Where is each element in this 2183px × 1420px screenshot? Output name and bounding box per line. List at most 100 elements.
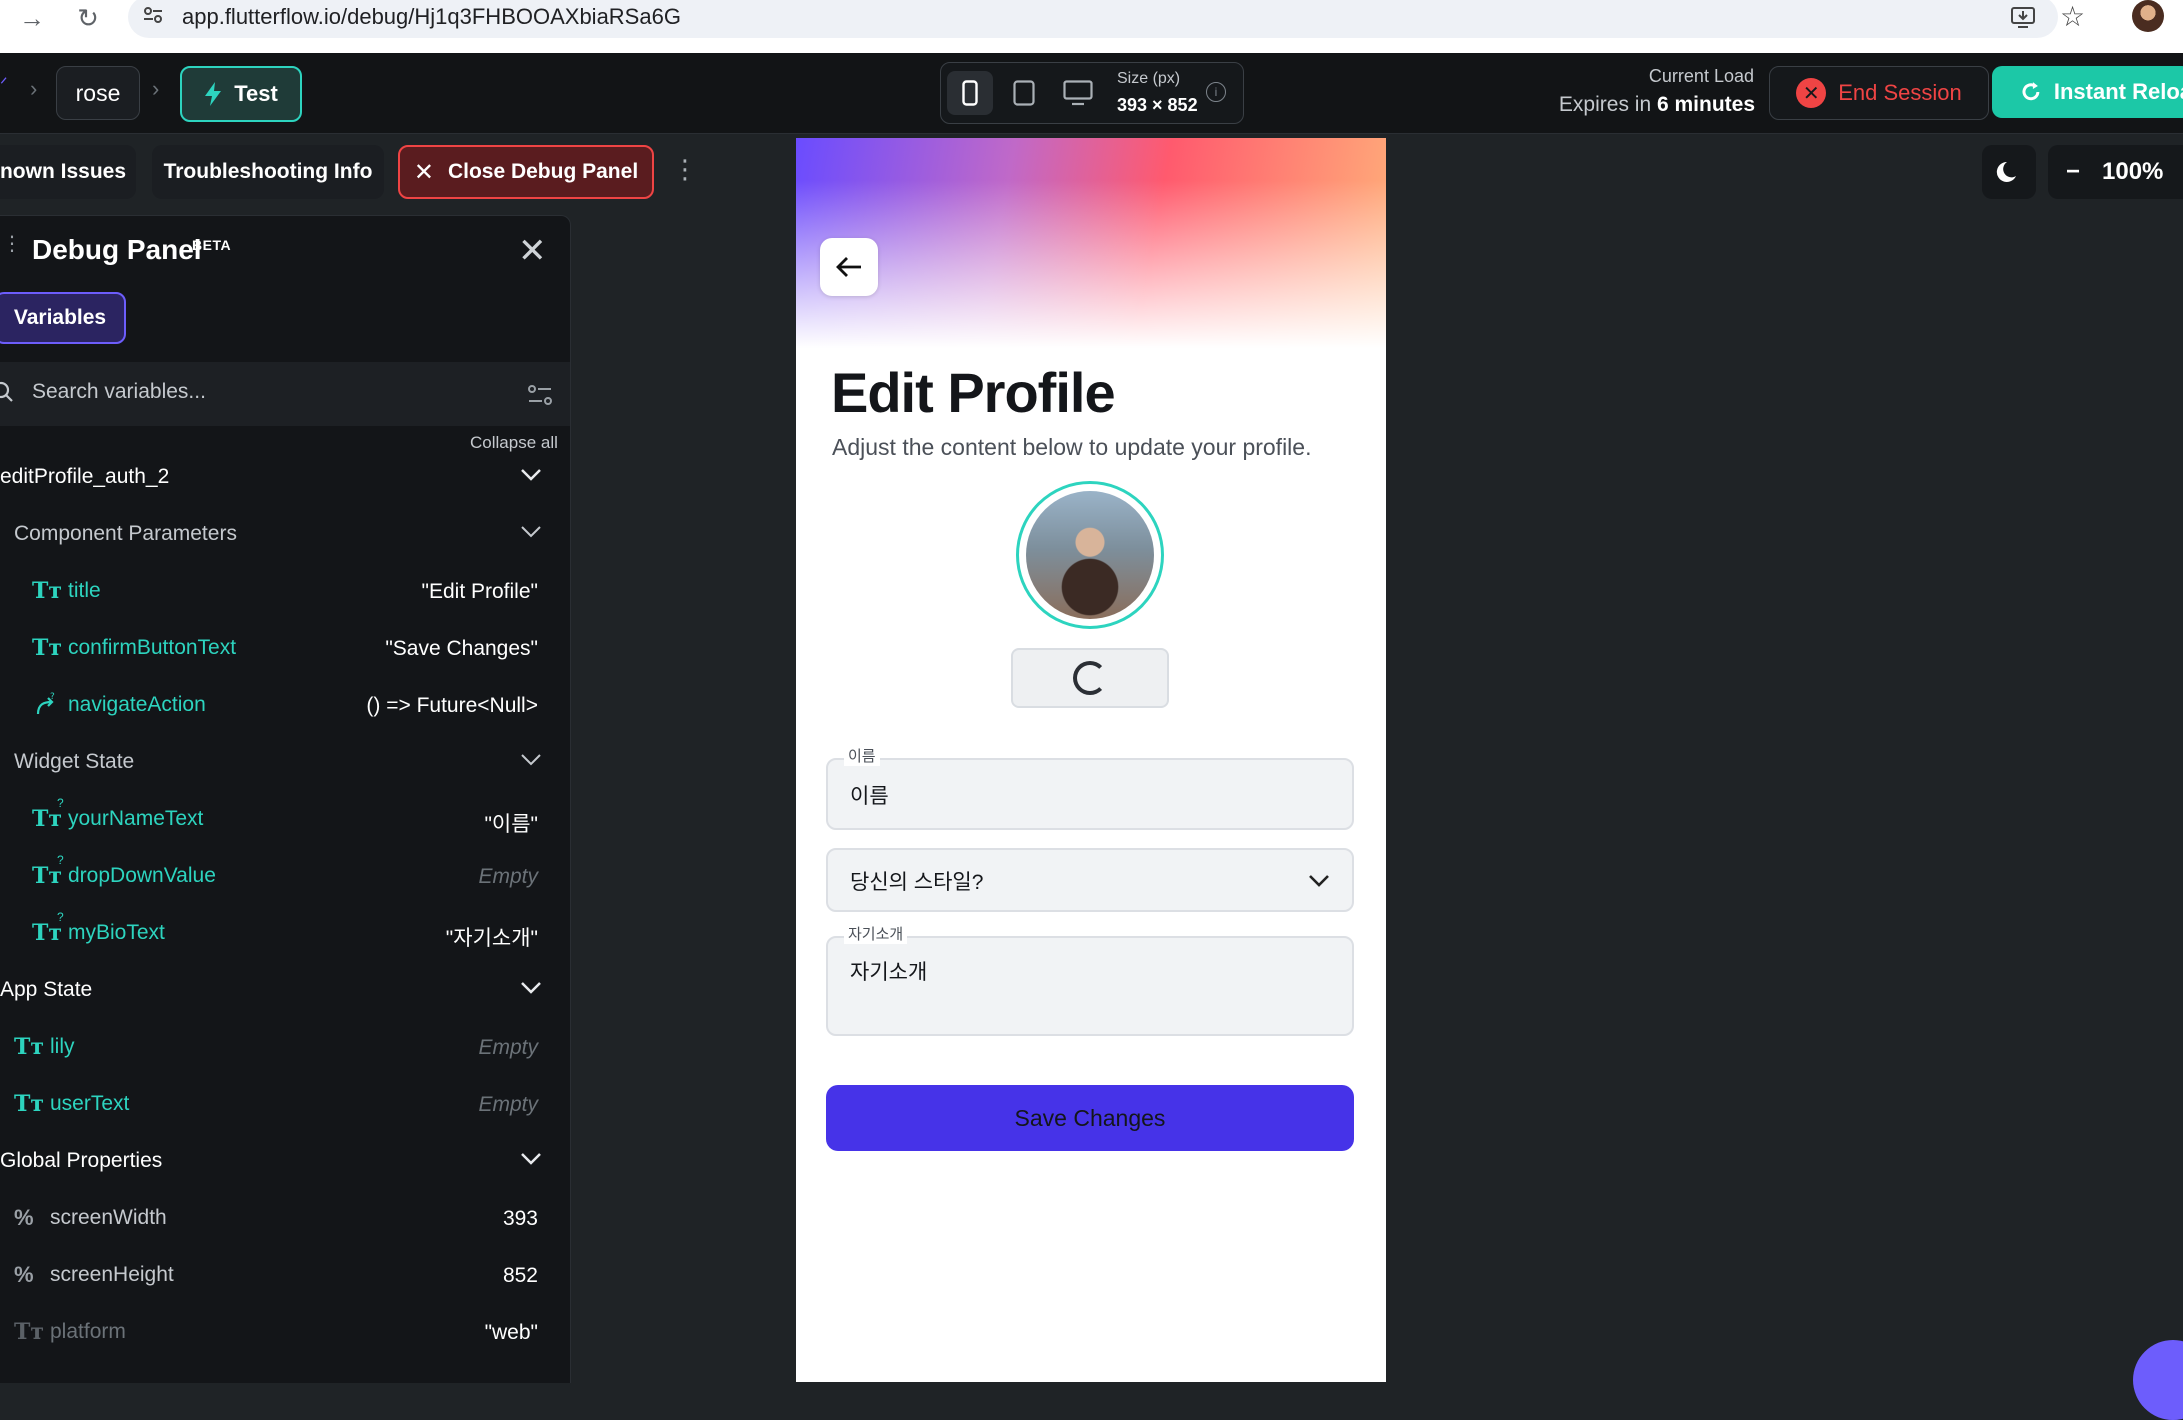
device-selector (940, 62, 1244, 124)
svg-text:?: ? (50, 692, 55, 702)
support-chat-button[interactable] (2133, 1340, 2183, 1420)
bookmark-star-icon[interactable]: ☆ (2060, 0, 2085, 33)
tablet-device-icon[interactable] (1001, 71, 1047, 115)
collapse-all-link[interactable]: Collapse all (470, 433, 558, 453)
variable-name[interactable]: navigateAction (68, 693, 206, 717)
tab-variables[interactable]: Variables (0, 292, 126, 344)
project-breadcrumb[interactable]: rose (56, 66, 140, 120)
beta-badge: BETA (192, 237, 232, 253)
close-panel-icon[interactable]: ✕ (518, 234, 547, 268)
troubleshooting-label: Troubleshooting Info (163, 160, 373, 183)
text-type-icon: Tт (14, 1319, 45, 1345)
instant-reload-button[interactable]: Instant Reloa (1992, 66, 2183, 118)
phone-device-icon[interactable] (947, 71, 993, 115)
text-type-icon: Tт (32, 920, 63, 946)
variable-name[interactable]: title (68, 579, 101, 603)
forward-icon[interactable]: → (14, 0, 50, 36)
more-options-icon[interactable]: ⋮ (672, 154, 698, 185)
variable-value: "web" (484, 1321, 538, 1344)
dark-mode-toggle[interactable] (1982, 145, 2036, 199)
install-app-icon[interactable] (2010, 4, 2036, 35)
text-type-icon: Tт (32, 578, 63, 604)
breadcrumb-chevron-icon: › (152, 76, 160, 101)
header-gradient (796, 138, 1386, 348)
variable-value: "이름" (484, 813, 538, 836)
percent-icon: % (14, 1262, 34, 1287)
test-mode-button[interactable]: Test (180, 66, 302, 122)
chevron-down-icon[interactable] (520, 1150, 542, 1171)
close-debug-panel-button[interactable]: ✕ Close Debug Panel (398, 145, 654, 199)
bio-field-label: 자기소개 (844, 923, 908, 944)
style-dropdown-value[interactable]: 당신의 스타일? (850, 866, 983, 896)
zoom-out-icon[interactable]: − (2066, 158, 2080, 186)
component-name[interactable]: editProfile_auth_2 (0, 465, 169, 489)
url-text[interactable]: app.flutterflow.io/debug/Hj1q3FHBOOAXbia… (182, 4, 681, 30)
profile-avatar[interactable] (2132, 0, 2164, 32)
logo-fragment-icon: ᐟ (0, 74, 8, 94)
variable-name[interactable]: yourNameText (68, 807, 203, 831)
variable-value: "Save Changes" (385, 637, 538, 660)
instant-reload-label: Instant Reloa (2053, 79, 2183, 104)
variable-name[interactable]: screenHeight (50, 1263, 174, 1287)
section-app-state[interactable]: App State (0, 978, 92, 1002)
bio-input[interactable]: 자기소개 (850, 956, 927, 986)
variable-name[interactable]: confirmButtonText (68, 636, 236, 660)
debug-panel-title: Debug Panel (32, 234, 202, 265)
breadcrumb-chevron-icon: › (30, 76, 38, 101)
variable-name[interactable]: lily (50, 1035, 75, 1059)
variable-value: 852 (502, 1264, 538, 1287)
name-input[interactable]: 이름 (850, 780, 889, 810)
profile-photo[interactable] (1016, 481, 1164, 629)
current-load-title: Current Load (1648, 66, 1754, 86)
section-component-parameters[interactable]: Component Parameters (14, 522, 237, 546)
desktop-device-icon[interactable] (1055, 71, 1101, 115)
loading-spinner-icon (1073, 661, 1107, 695)
name-field[interactable] (826, 758, 1354, 830)
text-type-icon: Tт (14, 1034, 45, 1060)
back-arrow-icon[interactable] (820, 238, 878, 296)
variable-name[interactable]: userText (50, 1092, 129, 1116)
page-subtitle: Adjust the content below to update your … (832, 434, 1312, 460)
variable-value: Empty (478, 865, 538, 888)
action-type-icon: ? (32, 692, 58, 723)
page-title: Edit Profile (831, 361, 1116, 424)
expires-prefix: Expires in (1558, 93, 1652, 116)
size-label: Size (px) (1117, 70, 1181, 87)
known-issues-button[interactable]: nown Issues (0, 145, 136, 199)
drag-handle-icon[interactable]: ⋮ (2, 234, 22, 254)
variable-value: "Edit Profile" (421, 580, 538, 603)
filter-icon[interactable] (527, 383, 553, 412)
name-field-label: 이름 (844, 745, 880, 766)
info-icon[interactable]: i (1206, 82, 1226, 102)
lightning-icon (205, 82, 222, 106)
chevron-down-icon[interactable] (1308, 874, 1330, 893)
troubleshooting-info-button[interactable]: Troubleshooting Info (152, 145, 384, 199)
chevron-down-icon[interactable] (520, 979, 542, 1000)
upload-photo-button[interactable] (1011, 648, 1169, 708)
end-session-label: End Session (1838, 80, 1962, 105)
chevron-down-icon[interactable] (520, 523, 542, 544)
chevron-down-icon[interactable] (520, 751, 542, 772)
variable-name[interactable]: dropDownValue (68, 864, 216, 888)
test-mode-label: Test (234, 81, 278, 106)
site-info-icon[interactable] (142, 4, 164, 26)
reload-icon[interactable]: ↻ (70, 0, 106, 36)
save-changes-button[interactable]: Save Changes (826, 1085, 1354, 1151)
tab-variables-label: Variables (13, 306, 107, 329)
section-global-properties[interactable]: Global Properties (0, 1149, 162, 1173)
chevron-down-icon[interactable] (520, 466, 542, 487)
zoom-control: − 100% (2048, 145, 2183, 199)
section-widget-state[interactable]: Widget State (14, 750, 134, 774)
known-issues-label: nown Issues (0, 160, 127, 183)
variable-value: () => Future<Null> (366, 694, 538, 717)
bio-field[interactable] (826, 936, 1354, 1036)
variable-value: "자기소개" (445, 927, 538, 950)
variable-value: Empty (478, 1093, 538, 1116)
variable-name[interactable]: myBioText (68, 921, 165, 945)
close-icon: ✕ (413, 158, 434, 186)
end-session-button[interactable]: ✕ End Session (1769, 66, 1989, 120)
variable-name[interactable]: screenWidth (50, 1206, 167, 1230)
search-input[interactable]: Search variables... (32, 380, 206, 404)
variable-name[interactable]: platform (50, 1320, 126, 1344)
text-type-icon: Tт (14, 1091, 45, 1117)
